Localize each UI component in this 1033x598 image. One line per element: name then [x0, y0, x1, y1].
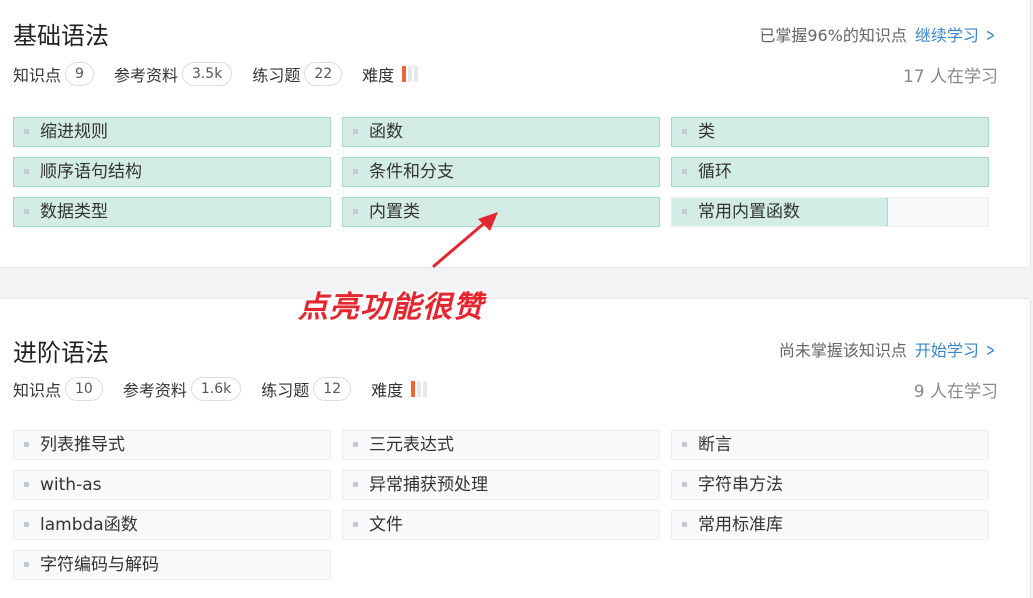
- difficulty-bars-icon: [411, 381, 428, 397]
- knowledge-point-item[interactable]: with-as: [13, 470, 331, 500]
- ref-count-badge: 3.5k: [181, 62, 233, 86]
- knowledge-point-label: 函数: [369, 122, 403, 142]
- knowledge-point-label: 文件: [369, 515, 403, 535]
- bullet-icon: [353, 209, 358, 214]
- section-title: 进阶语法: [13, 339, 109, 367]
- knowledge-point-label: with-as: [40, 475, 102, 495]
- section-meta: 知识点 10 参考资料 1.6k 练习题 12 难度: [13, 377, 428, 401]
- section-meta: 知识点 9 参考资料 3.5k 练习题 22 难度: [13, 62, 419, 86]
- kp-count-badge: 9: [65, 62, 94, 86]
- knowledge-point-label: 异常捕获预处理: [369, 475, 488, 495]
- progress-fill: [672, 118, 988, 146]
- bullet-icon: [24, 209, 29, 214]
- continue-learning-link[interactable]: 继续学习: [915, 26, 979, 45]
- knowledge-point-item[interactable]: 条件和分支: [342, 157, 660, 187]
- knowledge-point-label: 断言: [698, 435, 732, 455]
- bullet-icon: [682, 129, 687, 134]
- bullet-icon: [682, 442, 687, 447]
- bullet-icon: [353, 442, 358, 447]
- knowledge-point-label: 条件和分支: [369, 162, 454, 182]
- knowledge-point-label: lambda函数: [40, 515, 138, 535]
- knowledge-point-item[interactable]: 列表推导式: [13, 430, 331, 460]
- exercise-count-badge: 22: [304, 62, 343, 86]
- chevron-right-icon[interactable]: >: [986, 340, 995, 361]
- section-status: 尚未掌握该知识点 开始学习 >: [779, 337, 998, 361]
- knowledge-point-item[interactable]: 常用内置函数: [671, 197, 989, 227]
- knowledge-point-label: 常用标准库: [698, 515, 783, 535]
- knowledge-point-label: 循环: [698, 162, 732, 182]
- knowledge-point-label: 内置类: [369, 202, 420, 222]
- section-status: 已掌握96%的知识点 继续学习 >: [759, 22, 998, 46]
- knowledge-point-item[interactable]: 顺序语句结构: [13, 157, 331, 187]
- bullet-icon: [353, 129, 358, 134]
- annotation-arrow-icon: [432, 212, 498, 268]
- bullet-icon: [24, 522, 29, 527]
- knowledge-point-item[interactable]: 三元表达式: [342, 430, 660, 460]
- bullet-icon: [353, 522, 358, 527]
- knowledge-point-label: 列表推导式: [40, 435, 125, 455]
- bullet-icon: [353, 169, 358, 174]
- bullet-icon: [682, 482, 687, 487]
- knowledge-point-label: 常用内置函数: [698, 202, 800, 222]
- chevron-right-icon[interactable]: >: [986, 25, 995, 46]
- knowledge-point-item[interactable]: lambda函数: [13, 510, 331, 540]
- annotation-text: 点亮功能很赞: [298, 290, 484, 325]
- difficulty-label: 难度: [371, 381, 404, 400]
- learner-count: 17 人在学习: [902, 67, 998, 87]
- kp-label: 知识点: [13, 66, 62, 85]
- ref-label: 参考资料: [122, 381, 187, 400]
- knowledge-point-label: 字符编码与解码: [40, 555, 159, 575]
- bullet-icon: [24, 482, 29, 487]
- difficulty-label: 难度: [362, 66, 395, 85]
- bullet-icon: [353, 482, 358, 487]
- exercise-label: 练习题: [252, 66, 301, 85]
- knowledge-point-label: 缩进规则: [40, 122, 108, 142]
- knowledge-point-label: 顺序语句结构: [40, 162, 142, 182]
- knowledge-point-item[interactable]: 数据类型: [13, 197, 331, 227]
- bullet-icon: [24, 562, 29, 567]
- section-card-advanced-syntax: 进阶语法 尚未掌握该知识点 开始学习 > 知识点 10 参考资料 1.6k 练习题 …: [0, 298, 1031, 598]
- bullet-icon: [682, 169, 687, 174]
- bullet-icon: [24, 169, 29, 174]
- ref-label: 参考资料: [113, 66, 178, 85]
- section-card-basic-syntax: 基础语法 已掌握96%的知识点 继续学习 > 知识点 9 参考资料 3.5k 练习题…: [0, 0, 1031, 268]
- knowledge-point-item[interactable]: 异常捕获预处理: [342, 470, 660, 500]
- exercise-label: 练习题: [261, 381, 310, 400]
- knowledge-point-label: 三元表达式: [369, 435, 454, 455]
- knowledge-point-item[interactable]: 缩进规则: [13, 117, 331, 147]
- mastery-text: 已掌握96%的知识点: [759, 26, 907, 45]
- bullet-icon: [24, 442, 29, 447]
- knowledge-point-label: 类: [698, 122, 715, 142]
- kp-count-badge: 10: [65, 377, 103, 401]
- knowledge-point-label: 数据类型: [40, 202, 108, 222]
- knowledge-point-label: 字符串方法: [698, 475, 783, 495]
- knowledge-point-item[interactable]: 类: [671, 117, 989, 147]
- start-learning-link[interactable]: 开始学习: [915, 341, 979, 360]
- knowledge-point-item[interactable]: 常用标准库: [671, 510, 989, 540]
- ref-count-badge: 1.6k: [190, 377, 242, 401]
- knowledge-point-item[interactable]: 函数: [342, 117, 660, 147]
- mastery-text: 尚未掌握该知识点: [778, 341, 907, 360]
- difficulty-bars-icon: [402, 66, 419, 82]
- knowledge-point-item[interactable]: 字符编码与解码: [13, 550, 331, 580]
- knowledge-point-item[interactable]: 循环: [671, 157, 989, 187]
- kp-label: 知识点: [13, 381, 62, 400]
- knowledge-point-item[interactable]: 断言: [671, 430, 989, 460]
- knowledge-point-item[interactable]: 字符串方法: [671, 470, 989, 500]
- knowledge-point-item[interactable]: 文件: [342, 510, 660, 540]
- exercise-count-badge: 12: [313, 377, 352, 401]
- bullet-icon: [682, 522, 687, 527]
- section-title: 基础语法: [13, 22, 109, 50]
- bullet-icon: [24, 129, 29, 134]
- bullet-icon: [682, 209, 687, 214]
- learner-count: 9 人在学习: [913, 382, 998, 402]
